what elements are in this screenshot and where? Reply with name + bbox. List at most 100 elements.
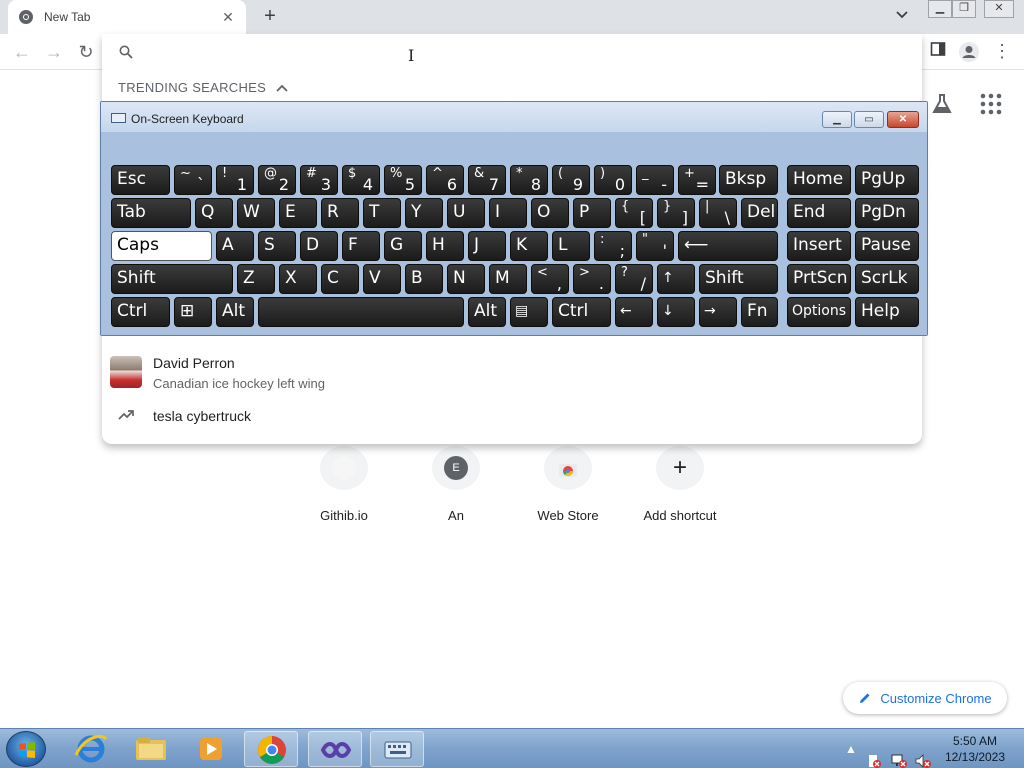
key-symbol[interactable]: _ - [636, 165, 674, 195]
key-letter[interactable]: S [258, 231, 296, 261]
key-symbol[interactable]: ! 1 [216, 165, 254, 195]
key-symbol[interactable]: * 8 [510, 165, 548, 195]
osk-titlebar[interactable]: On-Screen Keyboard ▁ ▭ ✕ [101, 102, 927, 132]
key-home[interactable]: Home [787, 165, 851, 195]
labs-flask-icon[interactable] [930, 92, 954, 116]
key-alt-right[interactable]: Alt [468, 297, 506, 327]
key-letter[interactable]: Q [195, 198, 233, 228]
key-windows[interactable]: ⊞ [174, 297, 212, 327]
key-letter[interactable]: V [363, 264, 401, 294]
back-icon[interactable]: ← [11, 41, 33, 63]
side-panel-icon[interactable] [927, 41, 949, 63]
suggestion-item[interactable]: David Perron Canadian ice hockey left wi… [102, 352, 922, 396]
key-symbol[interactable]: ~ ` [174, 165, 212, 195]
key-letter[interactable]: H [426, 231, 464, 261]
key-symbol[interactable]: @2 [258, 165, 296, 195]
key-symbol[interactable]: {[ [615, 198, 653, 228]
visual-studio-icon[interactable] [308, 731, 362, 767]
volume-muted-icon[interactable] [914, 741, 932, 768]
key-scroll-lock[interactable]: ScrLk [855, 264, 919, 294]
key-delete[interactable]: Del [741, 198, 778, 228]
chevron-down-icon[interactable] [896, 8, 908, 22]
key-enter[interactable]: ⟵ [678, 231, 778, 261]
key-letter[interactable]: G [384, 231, 422, 261]
trending-searches-header[interactable]: TRENDING SEARCHES [118, 80, 288, 95]
key-backspace[interactable]: Bksp [719, 165, 778, 195]
key-letter[interactable]: M [489, 264, 527, 294]
key-arrow-right[interactable]: → [699, 297, 737, 327]
key-insert[interactable]: Insert [787, 231, 851, 261]
key-letter[interactable]: X [279, 264, 317, 294]
network-icon[interactable] [890, 741, 908, 768]
media-player-icon[interactable] [184, 731, 238, 767]
plus-icon[interactable]: + [260, 6, 280, 26]
key-letter[interactable]: P [573, 198, 611, 228]
key-shift-right[interactable]: Shift [699, 264, 778, 294]
chrome-icon[interactable] [244, 731, 298, 767]
key-space[interactable] [258, 297, 464, 327]
shortcut-add[interactable]: + Add shortcut [624, 446, 736, 536]
key-letter[interactable]: W [237, 198, 275, 228]
key-symbol[interactable]: ? / [615, 264, 653, 294]
key-help[interactable]: Help [855, 297, 919, 327]
osk-close-icon[interactable]: ✕ [887, 111, 919, 128]
key-letter[interactable]: C [321, 264, 359, 294]
close-window-icon[interactable]: ✕ [984, 0, 1014, 18]
internet-explorer-icon[interactable] [64, 731, 118, 767]
key-alt-left[interactable]: Alt [216, 297, 254, 327]
show-hidden-icons-icon[interactable]: ▲ [845, 742, 857, 768]
osk-minimize-icon[interactable]: ▁ [822, 111, 852, 128]
key-pgup[interactable]: PgUp [855, 165, 919, 195]
close-icon[interactable]: ✕ [220, 9, 236, 26]
key-ctrl-left[interactable]: Ctrl [111, 297, 170, 327]
apps-grid-icon[interactable] [979, 92, 1003, 116]
key-ctrl-right[interactable]: Ctrl [552, 297, 611, 327]
start-button[interactable] [6, 731, 46, 767]
reload-icon[interactable]: ↻ [75, 41, 97, 63]
key-symbol[interactable]: }] [657, 198, 695, 228]
key-caps-lock[interactable]: Caps [111, 231, 212, 261]
key-symbol[interactable]: % 5 [384, 165, 422, 195]
shortcut-githib[interactable]: Githib.io [288, 446, 400, 536]
key-symbol[interactable]: + = [678, 165, 716, 195]
key-letter[interactable]: I [489, 198, 527, 228]
key-symbol[interactable]: " ' [636, 231, 674, 261]
key-shift-left[interactable]: Shift [111, 264, 233, 294]
key-letter[interactable]: K [510, 231, 548, 261]
tab-new-tab[interactable]: New Tab ✕ [8, 0, 246, 34]
key-arrow-up[interactable]: ↑ [657, 264, 695, 294]
key-letter[interactable]: O [531, 198, 569, 228]
key-letter[interactable]: T [363, 198, 401, 228]
customize-chrome-button[interactable]: Customize Chrome [843, 682, 1007, 714]
key-symbol[interactable]: ^ 6 [426, 165, 464, 195]
key-symbol[interactable]: & 7 [468, 165, 506, 195]
forward-icon[interactable]: → [43, 41, 65, 63]
profile-icon[interactable] [958, 41, 980, 63]
chevron-up-icon[interactable] [276, 84, 288, 92]
omnibox-input[interactable] [142, 38, 902, 66]
key-symbol[interactable]: <, [531, 264, 569, 294]
key-letter[interactable]: B [405, 264, 443, 294]
folder-icon[interactable] [124, 731, 178, 767]
minimize-window-icon[interactable]: ▁ [928, 0, 952, 18]
key-letter[interactable]: U [447, 198, 485, 228]
key-print-screen[interactable]: PrtScn [787, 264, 851, 294]
action-center-icon[interactable] [866, 741, 882, 768]
key-letter[interactable]: Y [405, 198, 443, 228]
key-letter[interactable]: F [342, 231, 380, 261]
key-letter[interactable]: A [216, 231, 254, 261]
key-pgdn[interactable]: PgDn [855, 198, 919, 228]
key-pause[interactable]: Pause [855, 231, 919, 261]
osk-maximize-icon[interactable]: ▭ [854, 111, 884, 128]
key-symbol[interactable]: :; [594, 231, 632, 261]
key-letter[interactable]: J [468, 231, 506, 261]
key-symbol[interactable]: (9 [552, 165, 590, 195]
key-fn[interactable]: Fn [741, 297, 778, 327]
shortcut-an[interactable]: E An [400, 446, 512, 536]
shortcut-web-store[interactable]: Web Store [512, 446, 624, 536]
key-letter[interactable]: Z [237, 264, 275, 294]
key-arrow-down[interactable]: ↓ [657, 297, 695, 327]
key-options[interactable]: Options [787, 297, 851, 327]
key-letter[interactable]: D [300, 231, 338, 261]
key-symbol[interactable]: $4 [342, 165, 380, 195]
